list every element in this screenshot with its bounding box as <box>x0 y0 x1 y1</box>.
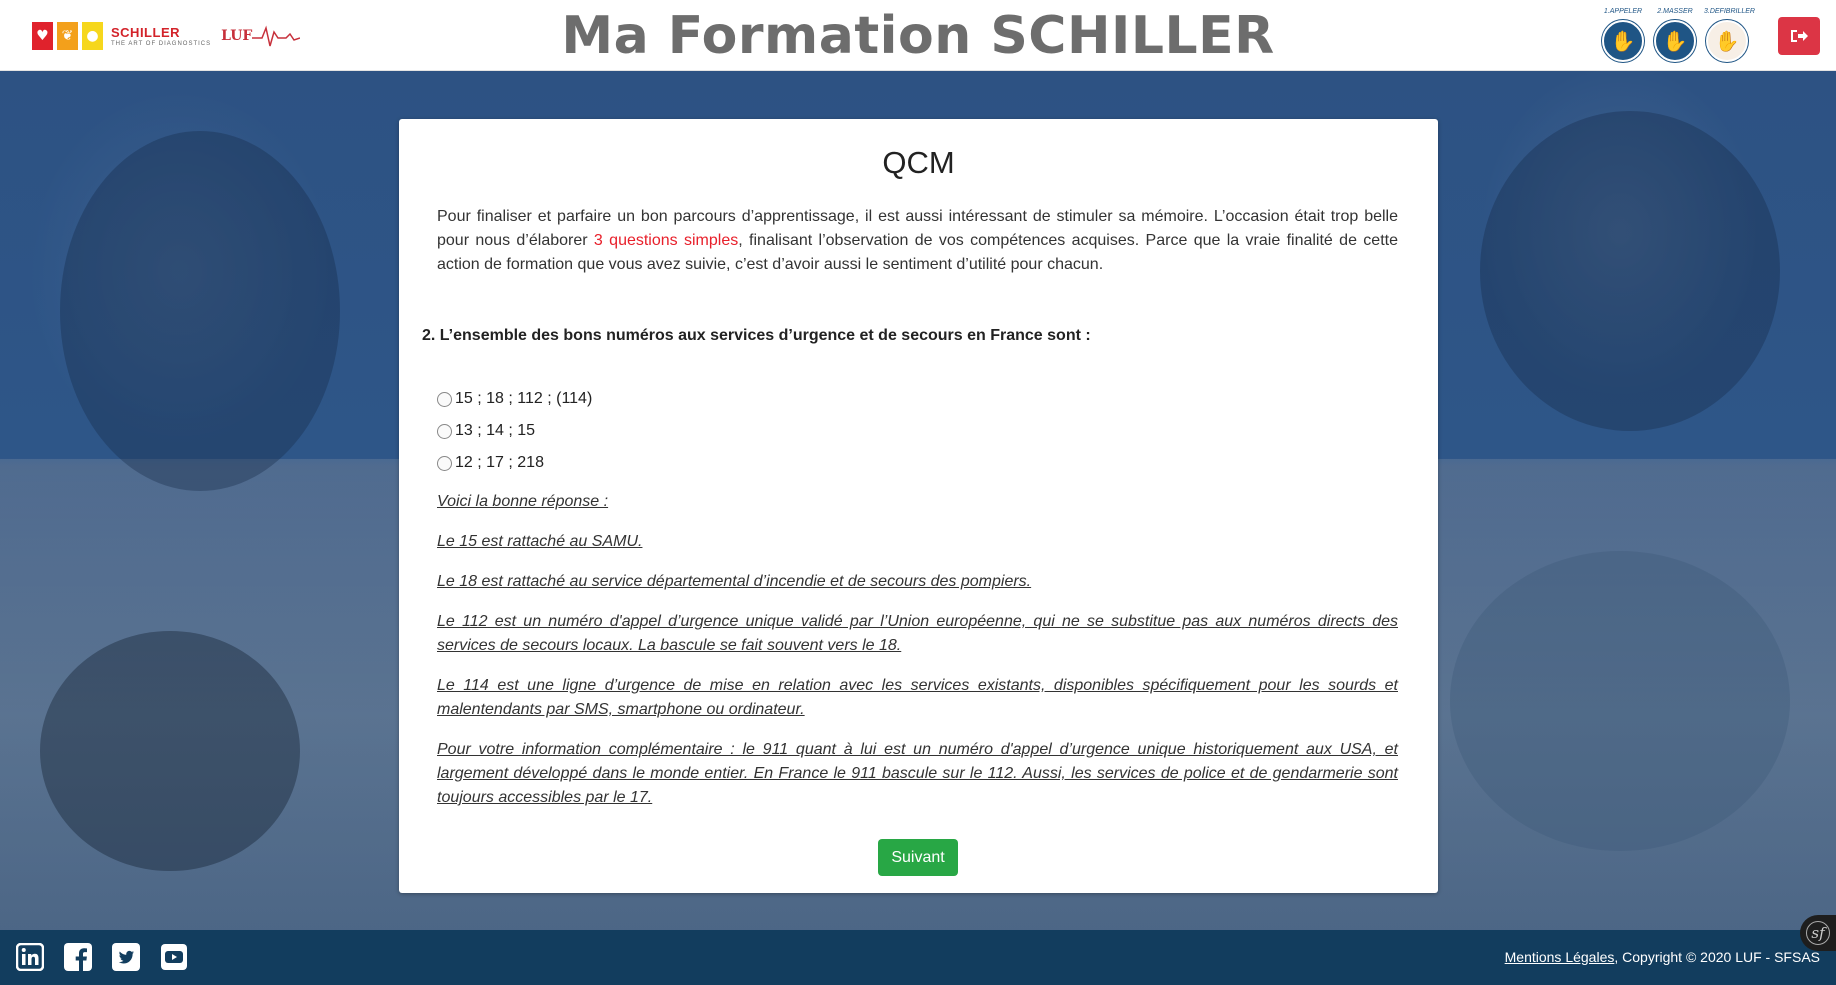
top-header: ♥ ❦ ● SCHILLER THE ART OF DIAGNOSTICS LU… <box>0 0 1836 71</box>
intro-paragraph: Pour finaliser et parfaire un bon parcou… <box>437 208 1398 273</box>
defibrillator-icon: ✋ <box>1706 20 1748 62</box>
social-links <box>16 943 188 971</box>
phone-hand-icon: ✋ <box>1602 20 1644 62</box>
footer: Mentions Légales, Copyright © 2020 LUF -… <box>0 930 1836 985</box>
page-title: QCM <box>882 145 955 180</box>
answer-line: Le 18 est rattaché au service départemen… <box>437 573 1032 590</box>
symfony-icon: sf <box>1806 921 1830 945</box>
legal-notice-link[interactable]: Mentions Légales <box>1505 949 1615 965</box>
logout-button[interactable] <box>1778 17 1820 55</box>
badge-masser: 2.MASSER ✋ <box>1652 8 1698 64</box>
action-badges: 1.APPELER ✋ 2.MASSER ✋ 3.DEFIBRILLER ✋ <box>1600 8 1755 64</box>
site-title: Ma Formation SCHILLER <box>561 6 1275 66</box>
radio-button[interactable] <box>437 455 452 471</box>
youtube-icon[interactable] <box>160 943 188 971</box>
correct-answer-explanation: Voici la bonne réponse : Le 15 est ratta… <box>437 490 1398 826</box>
badge-appeler: 1.APPELER ✋ <box>1600 8 1646 64</box>
option-2[interactable]: 13 ; 14 ; 15 <box>437 415 592 447</box>
next-button[interactable]: Suivant <box>878 839 958 876</box>
hand-icon: ✋ <box>1654 20 1696 62</box>
answer-line: Pour votre information complémentaire : … <box>437 741 1398 806</box>
qcm-card: QCM Pour finaliser et parfaire un bon pa… <box>399 119 1438 893</box>
sign-out-icon <box>1791 30 1808 42</box>
twitter-icon[interactable] <box>112 943 140 971</box>
symfony-toolbar-toggle[interactable]: sf <box>1800 915 1836 951</box>
option-3[interactable]: 12 ; 17 ; 218 <box>437 447 592 479</box>
question-text: 2. L’ensemble des bons numéros aux servi… <box>422 327 1091 344</box>
answer-line: Le 15 est rattaché au SAMU. <box>437 533 643 550</box>
facebook-icon[interactable] <box>64 943 92 971</box>
answer-options: 15 ; 18 ; 112 ; (114) 13 ; 14 ; 15 12 ; … <box>437 383 592 479</box>
answer-heading: Voici la bonne réponse : <box>437 493 609 510</box>
footer-copyright: Mentions Légales, Copyright © 2020 LUF -… <box>1504 949 1820 965</box>
answer-line: Le 112 est un numéro d'appel d’urgence u… <box>437 613 1398 654</box>
answer-line: Le 114 est une ligne d’urgence de mise e… <box>437 677 1398 718</box>
linkedin-icon[interactable] <box>16 943 44 971</box>
option-1[interactable]: 15 ; 18 ; 112 ; (114) <box>437 383 592 415</box>
highlight-text: 3 questions simples <box>593 232 739 249</box>
badge-defibriller: 3.DEFIBRILLER ✋ <box>1704 8 1755 64</box>
radio-button[interactable] <box>437 391 452 407</box>
radio-button[interactable] <box>437 423 452 439</box>
